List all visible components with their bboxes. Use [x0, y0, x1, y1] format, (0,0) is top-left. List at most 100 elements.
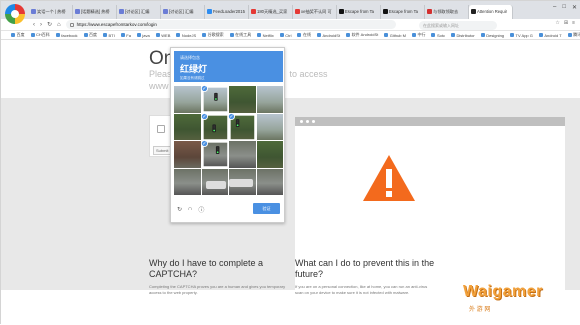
submit-button[interactable]: Submit [153, 146, 172, 155]
forward-icon[interactable]: › [40, 22, 42, 28]
bookmark-item[interactable]: 在线工具 [229, 32, 252, 38]
bookmark-item[interactable]: Designing [480, 33, 504, 38]
bookmark-item[interactable]: TV App G [510, 33, 533, 38]
check-icon: ✓ [227, 112, 235, 120]
reload-icon[interactable]: ↻ [47, 21, 52, 28]
bookmark-icon [346, 33, 351, 37]
car [205, 180, 226, 189]
back-icon[interactable]: ‹ [33, 22, 35, 28]
captcha-challenge: 请选择包含 红绿灯 如果没有请跳过 ✓ ✓ ✓ ✓ ↻ ∩ ⓘ 验证 [170, 47, 285, 223]
captcha-tile[interactable] [174, 168, 201, 195]
bookmark-item[interactable]: Distributor [451, 33, 475, 38]
tab[interactable]: [讨论区] 汇编 [161, 5, 205, 19]
tab[interactable]: FeedLoader2015 [205, 5, 249, 19]
captcha-tile[interactable]: ✓ [200, 139, 228, 167]
bookmark-item[interactable]: Android T [538, 33, 562, 38]
tab[interactable]: xe抽奖不认同 可 [293, 5, 337, 19]
bookmark-icon [567, 33, 572, 37]
bookmark-label: AndroidSt [322, 32, 341, 38]
check-icon: ✓ [200, 112, 208, 120]
bookmark-icon [136, 33, 141, 37]
captcha-tile[interactable] [256, 113, 283, 140]
bookmark-item[interactable]: 百度 [11, 32, 25, 38]
bookmark-icon [538, 33, 543, 37]
captcha-checkbox[interactable] [157, 125, 165, 133]
bookmark-label: Netflix [262, 32, 274, 38]
bookmark-icon [120, 33, 125, 37]
bookmark-item[interactable]: 在线 [297, 32, 311, 38]
tab[interactable]: Escape from Ta [337, 5, 381, 19]
bookmark-item[interactable]: facebook [55, 33, 78, 38]
bookmark-item[interactable]: WEB [155, 33, 170, 38]
bookmark-label: 软件 AndroidSt [351, 32, 379, 37]
bookmark-item[interactable]: Fa [120, 33, 131, 38]
info-icon[interactable]: ⓘ [198, 205, 204, 214]
bookmark-item[interactable]: 谷歌搜索 [202, 32, 224, 38]
bookmark-item[interactable]: Netflix [257, 33, 274, 38]
captcha-tile[interactable] [256, 86, 283, 113]
captcha-tile[interactable] [256, 141, 283, 168]
maximize-icon[interactable]: □ [562, 4, 566, 11]
audio-icon[interactable]: ∩ [188, 206, 192, 212]
captcha-tile[interactable]: ✓ [200, 112, 228, 140]
verify-button[interactable]: 验证 [253, 203, 280, 214]
lock-icon [69, 22, 74, 27]
tab[interactable]: 180天精选_买家 [249, 5, 293, 19]
tab[interactable]: Attention Requir [469, 5, 513, 19]
truck [229, 178, 253, 187]
bookmark-icon [11, 33, 15, 37]
bookmark-label: 谷歌搜索 [207, 32, 224, 37]
star-icon[interactable]: ☆ [555, 20, 559, 26]
captcha-tile[interactable] [229, 141, 256, 168]
bookmark-item[interactable]: Ctrl [279, 33, 291, 38]
bookmark-item[interactable]: java [136, 33, 150, 38]
bookmark-item[interactable]: BTI [103, 33, 115, 38]
captcha-target: 红绿灯 [180, 64, 208, 74]
bookmark-item[interactable]: 百度 [83, 32, 97, 38]
captcha-tile[interactable] [201, 168, 228, 195]
captcha-tile[interactable] [229, 86, 256, 113]
bookmark-item[interactable]: CH百科 [30, 32, 50, 38]
refresh-icon[interactable]: ↻ [177, 206, 182, 213]
url-input[interactable]: https://www.escapefromtarkov.com/login [65, 20, 396, 29]
bookmark-icon [411, 33, 416, 37]
bookmark-item[interactable]: 中行 [411, 32, 425, 38]
bookmark-label: NodeJS [181, 32, 197, 38]
toolbar-extensions: ☆ ⊞ ≡ [555, 20, 575, 26]
captcha-tile[interactable] [174, 86, 201, 113]
qa-prevent-body: If you are on a personal connection, lik… [295, 284, 428, 295]
tab[interactable]: 与领取领取去 [425, 5, 469, 19]
minimize-icon[interactable]: – [553, 4, 556, 11]
captcha-tile[interactable] [174, 141, 201, 168]
home-icon[interactable]: ⌂ [57, 22, 61, 28]
hero: On Pleas to access www [1, 40, 580, 98]
bookmark-item[interactable]: 腾讯视频 [567, 32, 580, 38]
bookmark-item[interactable]: Sotc [431, 33, 445, 38]
bookmark-icon [202, 33, 207, 37]
captcha-tile[interactable]: ✓ [227, 112, 255, 140]
watermark-logo: Waigamer [463, 283, 543, 300]
captcha-tile[interactable] [174, 113, 201, 140]
extensions-icon[interactable]: ⊞ [564, 20, 568, 26]
traffic-light [215, 146, 219, 155]
bookmark-label: 在线工具 [235, 32, 252, 37]
menu-icon[interactable]: ≡ [572, 20, 575, 26]
bookmark-label: TV App G [515, 32, 533, 38]
traffic-light [235, 118, 240, 127]
tab[interactable]: [讨论区] 汇编 [117, 5, 161, 19]
tab[interactable]: Escape from Ta [381, 5, 425, 19]
bookmark-label: 腾讯视频 [573, 32, 580, 37]
bookmark-item[interactable]: Github M [384, 33, 406, 38]
captcha-tile[interactable] [229, 168, 256, 195]
captcha-tile[interactable] [256, 168, 283, 195]
tab[interactable]: [话题精选] 热榜 [73, 5, 117, 19]
bookmark-label: Distributor [456, 32, 475, 38]
browser-logo-icon[interactable] [5, 4, 25, 24]
close-icon[interactable]: ✕ [572, 4, 577, 11]
search-input[interactable]: 在此搜索或输入网址 [419, 20, 497, 30]
bookmark-item[interactable]: NodeJS [176, 33, 196, 38]
tab[interactable]: 笑话一个 | 热榜 [29, 5, 73, 19]
captcha-tile[interactable]: ✓ [200, 84, 228, 112]
bookmark-item[interactable]: AndroidSt [316, 32, 341, 38]
bookmark-item[interactable]: 软件 AndroidSt [346, 32, 378, 38]
